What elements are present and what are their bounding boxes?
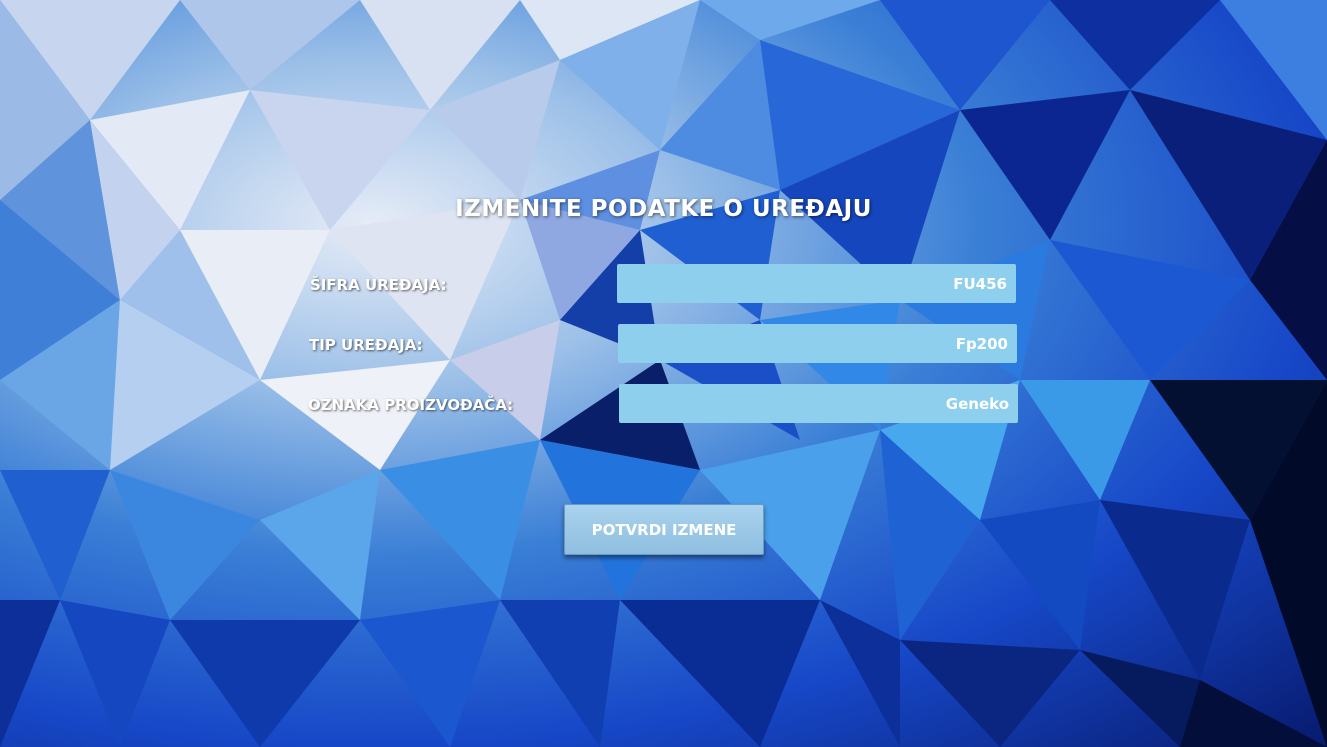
device-type-input[interactable] — [618, 324, 1017, 363]
low-poly-background — [0, 0, 1327, 747]
device-code-label: ŠIFRA UREĐAJA: — [310, 276, 447, 294]
confirm-changes-button[interactable]: POTVRDI IZMENE — [564, 504, 764, 555]
manufacturer-label: OZNAKA PROIZVOĐAČA: — [308, 396, 514, 414]
app-screen: IZMENITE PODATKE O UREĐAJU ŠIFRA UREĐAJA… — [0, 0, 1327, 747]
manufacturer-input[interactable] — [619, 384, 1018, 423]
device-type-label: TIP UREĐAJA: — [309, 336, 423, 354]
device-code-input[interactable] — [617, 264, 1016, 303]
page-title: IZMENITE PODATKE O UREĐAJU — [455, 196, 872, 222]
